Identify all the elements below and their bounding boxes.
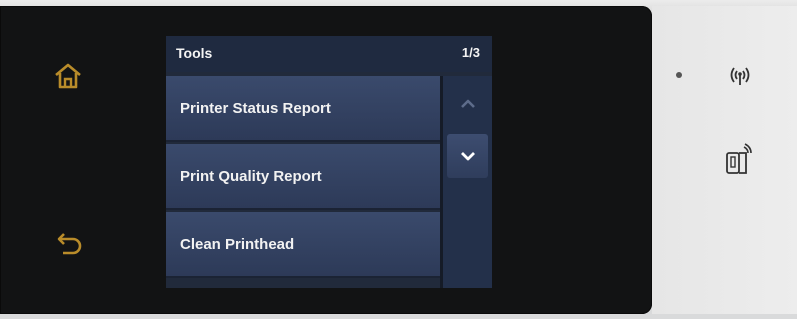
wireless-icon[interactable]	[724, 64, 756, 88]
home-icon[interactable]	[52, 60, 84, 92]
menu-item-printer-status-report[interactable]: Printer Status Report	[166, 76, 441, 142]
menu-item-label: Printer Status Report	[180, 100, 331, 117]
menu-item-clean-printhead[interactable]: Clean Printhead	[166, 212, 441, 278]
scroll-controls	[443, 76, 492, 288]
screen-title: Tools	[176, 45, 213, 61]
page-indicator: 1/3	[461, 45, 480, 60]
menu-item-print-quality-report[interactable]: Print Quality Report	[166, 144, 441, 210]
status-led	[676, 72, 682, 78]
touch-screen: Tools 1/3 Printer Status Report Print Qu…	[166, 36, 492, 288]
mobile-print-icon[interactable]	[724, 143, 754, 177]
back-icon[interactable]	[55, 227, 85, 257]
menu-item-label: Print Quality Report	[180, 168, 322, 185]
chevron-down-icon[interactable]	[447, 134, 488, 178]
chevron-up-icon[interactable]	[447, 82, 488, 126]
menu-item-label: Clean Printhead	[180, 236, 295, 253]
screen-header: Tools 1/3	[166, 36, 492, 72]
